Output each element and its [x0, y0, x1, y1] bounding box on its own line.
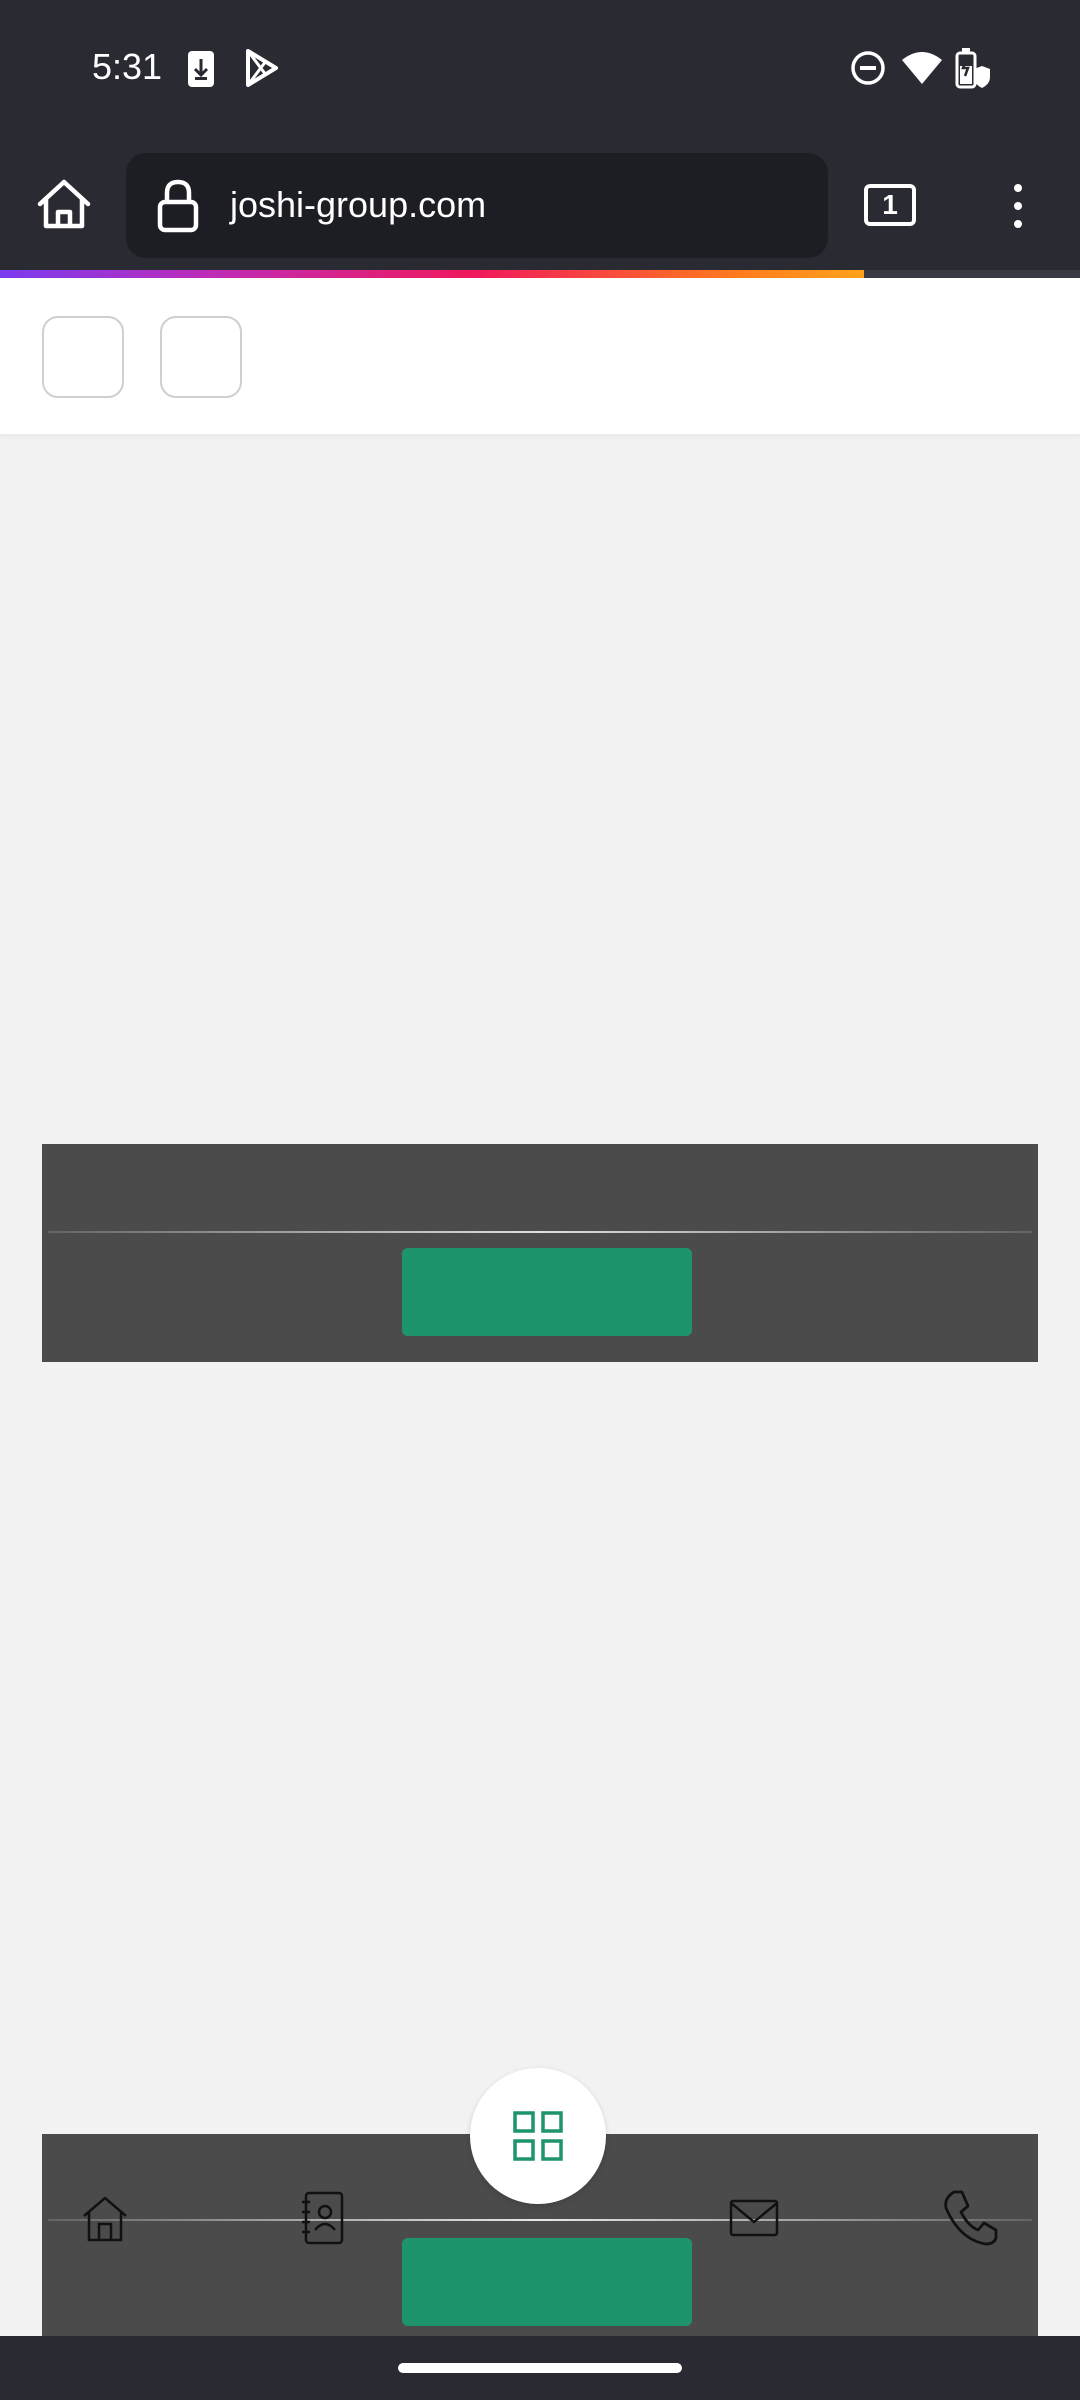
home-icon[interactable]	[80, 2194, 130, 2244]
bottom-nav-divider	[48, 2219, 1032, 2221]
bottom-cta-button[interactable]	[402, 2238, 692, 2326]
overflow-menu-icon[interactable]	[1010, 182, 1026, 230]
tabs-icon[interactable]: 1	[864, 184, 916, 226]
url-text[interactable]: joshi-group.com	[230, 180, 486, 230]
do-not-disturb-icon	[851, 51, 885, 85]
contacts-book-icon[interactable]	[298, 2190, 348, 2246]
status-time: 5:31	[92, 46, 163, 87]
header-button-1[interactable]	[42, 316, 124, 398]
download-notification-icon	[188, 51, 214, 87]
banner-divider	[48, 1231, 1032, 1233]
battery-icon	[955, 48, 990, 89]
phone-icon[interactable]	[940, 2188, 1000, 2248]
lock-icon[interactable]	[156, 178, 200, 234]
play-store-icon	[246, 49, 278, 87]
banner-action-button[interactable]	[402, 1248, 692, 1336]
page-load-progress-fill	[0, 270, 864, 278]
home-icon[interactable]	[34, 176, 94, 232]
grid-icon[interactable]	[512, 2110, 564, 2162]
mail-icon[interactable]	[728, 2198, 780, 2238]
header-button-2[interactable]	[160, 316, 242, 398]
wifi-icon	[902, 52, 942, 84]
gesture-handle[interactable]	[398, 2363, 682, 2373]
